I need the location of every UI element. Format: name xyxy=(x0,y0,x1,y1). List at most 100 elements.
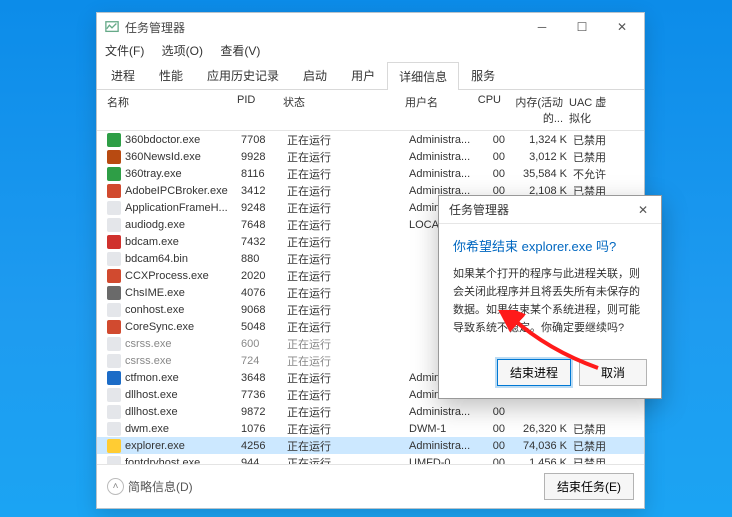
tab-6[interactable]: 服务 xyxy=(459,61,507,89)
process-icon xyxy=(107,337,121,351)
confirm-dialog: 任务管理器 ✕ 你希望结束 explorer.exe 吗? 如果某个打开的程序与… xyxy=(438,195,662,399)
process-icon xyxy=(107,388,121,402)
process-state: 正在运行 xyxy=(287,421,341,437)
process-name: dwm.exe xyxy=(125,423,241,435)
window-title: 任务管理器 xyxy=(125,19,522,36)
process-pid: 5048 xyxy=(241,321,287,333)
process-icon xyxy=(107,320,121,334)
process-icon xyxy=(107,354,121,368)
process-pid: 9872 xyxy=(241,406,287,418)
header-pid[interactable]: PID xyxy=(237,94,283,126)
tab-5[interactable]: 详细信息 xyxy=(387,62,459,90)
process-memory: 74,036 K xyxy=(505,440,567,452)
header-uac[interactable]: UAC 虚拟化 xyxy=(563,94,615,126)
fewer-details-link[interactable]: ˄ 简略信息(D) xyxy=(107,478,193,495)
dialog-close-button[interactable]: ✕ xyxy=(631,203,655,217)
process-name: 360NewsId.exe xyxy=(125,151,241,163)
process-name: 360tray.exe xyxy=(125,168,241,180)
menu-view[interactable]: 查看(V) xyxy=(220,44,260,58)
process-name: audiodg.exe xyxy=(125,219,241,231)
process-state: 正在运行 xyxy=(287,438,341,454)
end-task-button[interactable]: 结束任务(E) xyxy=(544,473,634,500)
dialog-message: 你希望结束 explorer.exe 吗? xyxy=(453,236,647,255)
process-state: 正在运行 xyxy=(287,336,341,352)
process-pid: 724 xyxy=(241,355,287,367)
minimize-button[interactable]: ─ xyxy=(522,13,562,41)
process-icon xyxy=(107,184,121,198)
process-state: 正在运行 xyxy=(287,166,341,182)
process-cpu: 00 xyxy=(475,423,505,435)
chevron-up-icon: ˄ xyxy=(107,478,124,495)
process-icon xyxy=(107,167,121,181)
process-uac: 已禁用 xyxy=(567,421,619,437)
tab-2[interactable]: 应用历史记录 xyxy=(195,61,291,89)
process-icon xyxy=(107,235,121,249)
process-row[interactable]: explorer.exe4256正在运行Administra...0074,03… xyxy=(97,437,644,454)
process-icon xyxy=(107,456,121,465)
process-user: Administra... xyxy=(409,406,475,418)
process-pid: 4256 xyxy=(241,440,287,452)
process-uac: 已禁用 xyxy=(567,132,619,148)
process-state: 正在运行 xyxy=(287,319,341,335)
process-icon xyxy=(107,252,121,266)
process-icon xyxy=(107,201,121,215)
dialog-title: 任务管理器 xyxy=(449,201,631,218)
title-bar[interactable]: 任务管理器 ─ ☐ ✕ xyxy=(97,13,644,41)
process-state: 正在运行 xyxy=(287,268,341,284)
process-row[interactable]: fontdrvhost.exe944正在运行UMFD-0001,456 K已禁用 xyxy=(97,454,644,464)
maximize-button[interactable]: ☐ xyxy=(562,13,602,41)
menu-file[interactable]: 文件(F) xyxy=(105,44,144,58)
process-state: 正在运行 xyxy=(287,285,341,301)
process-row[interactable]: dwm.exe1076正在运行DWM-10026,320 K已禁用 xyxy=(97,420,644,437)
process-state: 正在运行 xyxy=(287,302,341,318)
process-name: ctfmon.exe xyxy=(125,372,241,384)
process-icon xyxy=(107,371,121,385)
process-pid: 9068 xyxy=(241,304,287,316)
process-name: conhost.exe xyxy=(125,304,241,316)
process-row[interactable]: 360bdoctor.exe7708正在运行Administra...001,3… xyxy=(97,131,644,148)
process-uac: 不允许 xyxy=(567,166,619,182)
header-state[interactable]: 状态 xyxy=(283,94,337,126)
process-pid: 4076 xyxy=(241,287,287,299)
process-name: CoreSync.exe xyxy=(125,321,241,333)
dialog-title-bar[interactable]: 任务管理器 ✕ xyxy=(439,196,661,224)
tab-4[interactable]: 用户 xyxy=(339,61,387,89)
process-state: 正在运行 xyxy=(287,217,341,233)
cancel-button[interactable]: 取消 xyxy=(579,359,647,386)
process-pid: 7648 xyxy=(241,219,287,231)
process-state: 正在运行 xyxy=(287,370,341,386)
close-button[interactable]: ✕ xyxy=(602,13,642,41)
process-pid: 880 xyxy=(241,253,287,265)
process-name: bdcam64.bin xyxy=(125,253,241,265)
process-icon xyxy=(107,439,121,453)
menu-bar: 文件(F) 选项(O) 查看(V) xyxy=(97,41,644,61)
process-icon xyxy=(107,405,121,419)
process-row[interactable]: dllhost.exe9872正在运行Administra...00 xyxy=(97,403,644,420)
process-name: bdcam.exe xyxy=(125,236,241,248)
process-cpu: 00 xyxy=(475,440,505,452)
tab-0[interactable]: 进程 xyxy=(99,61,147,89)
process-memory: 35,584 K xyxy=(505,168,567,180)
dialog-buttons: 结束进程 取消 xyxy=(439,349,661,398)
process-pid: 600 xyxy=(241,338,287,350)
dialog-body: 你希望结束 explorer.exe 吗? 如果某个打开的程序与此进程关联，则会… xyxy=(439,224,661,349)
header-memory[interactable]: 内存(活动的... xyxy=(501,94,563,126)
header-cpu[interactable]: CPU xyxy=(471,94,501,126)
tab-3[interactable]: 启动 xyxy=(291,61,339,89)
process-state: 正在运行 xyxy=(287,200,341,216)
process-name: ChsIME.exe xyxy=(125,287,241,299)
end-process-button[interactable]: 结束进程 xyxy=(497,359,571,386)
tab-1[interactable]: 性能 xyxy=(147,61,195,89)
process-pid: 944 xyxy=(241,457,287,465)
process-user: Administra... xyxy=(409,168,475,180)
header-name[interactable]: 名称 xyxy=(107,94,237,126)
process-icon xyxy=(107,133,121,147)
process-row[interactable]: 360tray.exe8116正在运行Administra...0035,584… xyxy=(97,165,644,182)
header-user[interactable]: 用户名 xyxy=(405,94,471,126)
process-state: 正在运行 xyxy=(287,251,341,267)
process-state: 正在运行 xyxy=(287,404,341,420)
menu-options[interactable]: 选项(O) xyxy=(162,44,203,58)
process-uac: 已禁用 xyxy=(567,149,619,165)
process-row[interactable]: 360NewsId.exe9928正在运行Administra...003,01… xyxy=(97,148,644,165)
process-name: 360bdoctor.exe xyxy=(125,134,241,146)
